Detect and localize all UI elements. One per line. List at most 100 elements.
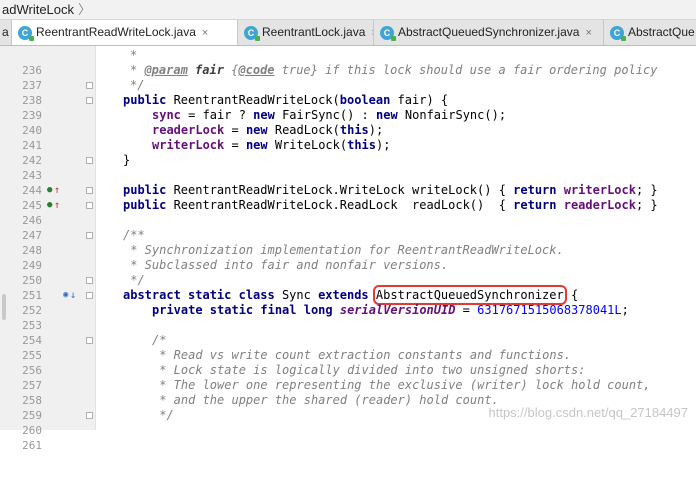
code-text: WriteLock( bbox=[267, 138, 348, 152]
code-line: 237 * @param fair {@code true} if this l… bbox=[0, 63, 696, 92]
code-text: /* bbox=[152, 333, 167, 347]
code-text: true} if this lock should use a fair ord… bbox=[274, 63, 658, 77]
fold-marker[interactable] bbox=[86, 292, 93, 299]
code-text: ReentrantReadWriteLock( bbox=[166, 93, 340, 107]
code-line: 245 ● ↑ public ReentrantReadWriteLock.Wri… bbox=[0, 183, 696, 212]
fold-marker[interactable] bbox=[86, 82, 93, 89]
code-editor[interactable]: 236 * 237 * @param fair {@code true} if … bbox=[0, 46, 696, 452]
code-line: 261 bbox=[0, 423, 696, 452]
tab-reentrantreadwritelock[interactable]: C ReentrantReadWriteLock.java × bbox=[12, 20, 238, 45]
highlighted-superclass[interactable]: AbstractQueuedSynchronizer bbox=[372, 285, 567, 305]
code-line: 248 /** bbox=[0, 228, 696, 257]
tab-label: ReentrantLock.java bbox=[262, 25, 366, 39]
code-text: */ bbox=[152, 408, 174, 422]
implemented-icon[interactable]: ◉ bbox=[63, 288, 68, 303]
javadoc-tag: @code bbox=[238, 63, 275, 77]
breadcrumb[interactable]: adWriteLock 〉 bbox=[0, 0, 696, 20]
code-text: ReentrantReadWriteLock.ReadLock readLock… bbox=[166, 198, 514, 212]
override-icon[interactable]: ● bbox=[47, 183, 52, 198]
code-line: 242 writerLock = new WriteLock(this); bbox=[0, 138, 696, 167]
code-text: FairSync() : bbox=[274, 108, 376, 122]
code-line: 253 private static final long serialVers… bbox=[0, 303, 696, 332]
line-number: 261 bbox=[22, 439, 42, 452]
code-text: */ bbox=[123, 273, 145, 287]
keyword: new bbox=[245, 138, 268, 152]
field-ref: writerLock bbox=[563, 183, 636, 197]
code-text: * bbox=[130, 48, 138, 62]
code-text: = bbox=[224, 123, 246, 137]
code-line: 252 ◉ ↓ abstract static class Sync extend… bbox=[0, 285, 696, 317]
code-line: 256 * Read vs write count extraction con… bbox=[0, 348, 696, 377]
field-ref: sync bbox=[152, 108, 181, 122]
code-text: { bbox=[563, 288, 579, 302]
code-line: 249 * Synchronization implementation for… bbox=[0, 243, 696, 272]
code-text: */ bbox=[130, 78, 145, 92]
keyword: public bbox=[123, 93, 167, 107]
code-text: = bbox=[224, 138, 246, 152]
code-text: * Read vs write count extraction constan… bbox=[152, 348, 572, 362]
keyword: boolean bbox=[339, 93, 391, 107]
fold-marker[interactable] bbox=[86, 187, 93, 194]
code-text: Sync bbox=[274, 288, 319, 302]
fold-marker[interactable] bbox=[86, 337, 93, 344]
code-text: ); bbox=[376, 138, 391, 152]
tab-partial-left[interactable]: a bbox=[0, 20, 12, 45]
chevron-right-icon: 〉 bbox=[78, 2, 92, 17]
code-text: * Subclassed into fair and nonfair versi… bbox=[123, 258, 449, 272]
fold-marker[interactable] bbox=[86, 232, 93, 239]
class-icon: C bbox=[244, 25, 260, 41]
watermark: https://blog.csdn.net/qq_27184497 bbox=[488, 405, 689, 420]
code-text: * Synchronization implementation for Ree… bbox=[123, 243, 564, 257]
code-line: 240 sync = fair ? new FairSync() : new N… bbox=[0, 108, 696, 137]
tab-label: ReentrantReadWriteLock.java bbox=[36, 25, 196, 39]
code-lines: 236 * 237 * @param fair {@code true} if … bbox=[0, 48, 696, 452]
tab-abstractqueuedsynchronizer[interactable]: C AbstractQueuedSynchronizer.java × bbox=[374, 20, 604, 45]
code-text: ReentrantReadWriteLock.WriteLock writeLo… bbox=[166, 183, 514, 197]
up-arrow-icon[interactable]: ↑ bbox=[54, 198, 60, 213]
keyword: private static final long bbox=[152, 303, 333, 317]
code-text: * bbox=[130, 63, 145, 77]
code-line: 254 bbox=[0, 318, 696, 347]
fold-marker[interactable] bbox=[86, 97, 93, 104]
fold-marker[interactable] bbox=[86, 277, 93, 284]
code-text: NonfairSync(); bbox=[397, 108, 507, 122]
code-line: 255 /* bbox=[0, 333, 696, 362]
override-icon[interactable]: ● bbox=[47, 198, 52, 213]
editor-tab-bar: a C ReentrantReadWriteLock.java × C Reentra… bbox=[0, 20, 696, 46]
field-ref: writerLock bbox=[152, 138, 225, 152]
fold-marker[interactable] bbox=[86, 412, 93, 419]
close-icon[interactable]: × bbox=[585, 27, 591, 39]
keyword: new bbox=[253, 108, 275, 122]
fold-marker[interactable] bbox=[86, 157, 93, 164]
class-icon: C bbox=[380, 25, 396, 41]
field-ref: readerLock bbox=[152, 123, 225, 137]
code-text: * Lock state is logically divided into t… bbox=[152, 363, 586, 377]
keyword: public bbox=[123, 183, 167, 197]
code-line: 241 readerLock = new ReadLock(this); bbox=[0, 123, 696, 152]
code-text: ; } bbox=[635, 183, 658, 197]
number-literal: 6317671515068378041L bbox=[477, 303, 622, 317]
down-arrow-icon[interactable]: ↓ bbox=[70, 288, 76, 303]
tab-abstractque-partial[interactable]: C AbstractQue bbox=[604, 20, 696, 45]
javadoc-tag: @param bbox=[144, 63, 188, 77]
code-line: 238 */ bbox=[0, 78, 696, 107]
code-text: fair) { bbox=[390, 93, 449, 107]
code-text: ; } bbox=[635, 198, 658, 212]
javadoc-param: fair bbox=[195, 63, 224, 77]
keyword: new bbox=[245, 123, 268, 137]
fold-marker[interactable] bbox=[86, 202, 93, 209]
code-text: ReadLock( bbox=[267, 123, 340, 137]
field-ref: readerLock bbox=[563, 198, 636, 212]
up-arrow-icon[interactable]: ↑ bbox=[54, 183, 60, 198]
keyword: new bbox=[376, 108, 398, 122]
tab-label: AbstractQueuedSynchronizer.java bbox=[398, 25, 580, 39]
close-icon[interactable]: × bbox=[202, 27, 208, 39]
tab-reentrantlock[interactable]: CReentrantLock.java× bbox=[238, 20, 374, 45]
code-text: ; bbox=[621, 303, 629, 317]
keyword: this bbox=[347, 138, 377, 152]
code-line: 244 bbox=[0, 168, 696, 197]
class-icon: C bbox=[18, 25, 34, 41]
